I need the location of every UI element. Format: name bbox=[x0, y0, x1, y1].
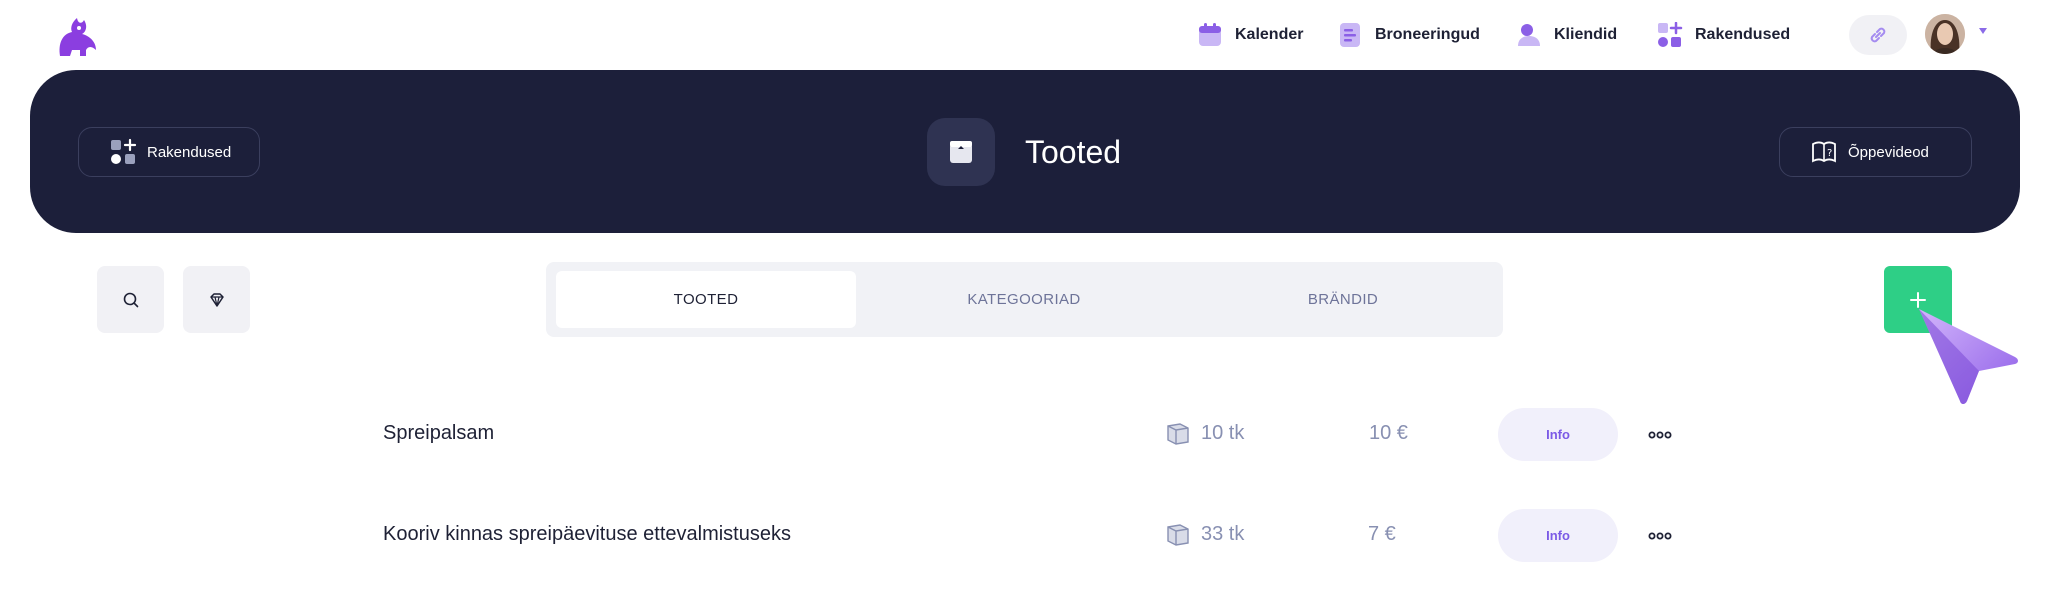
bookings-icon bbox=[1340, 23, 1360, 47]
nav-label: Kalender bbox=[1235, 26, 1304, 43]
product-box-icon bbox=[927, 118, 995, 186]
avatar-photo-icon bbox=[1925, 14, 1965, 54]
product-stock: 33 tk bbox=[1201, 523, 1245, 545]
tutorial-videos-button[interactable]: ? Õppevideod bbox=[1779, 127, 1972, 177]
info-button[interactable]: Info bbox=[1498, 408, 1618, 461]
page-header: Rakendused Tooted ? Õppevideod bbox=[30, 70, 2020, 233]
product-price: 10 € bbox=[1369, 422, 1408, 444]
apps-icon bbox=[111, 138, 137, 164]
nav-label: Kliendid bbox=[1554, 26, 1618, 43]
info-button[interactable]: Info bbox=[1498, 509, 1618, 562]
copy-link-button[interactable] bbox=[1849, 15, 1907, 55]
apps-icon bbox=[1658, 22, 1683, 47]
nav-label: Broneeringud bbox=[1375, 26, 1480, 43]
tab-tooted[interactable]: TOOTED bbox=[556, 271, 856, 328]
nav-broneeringud[interactable]: Broneeringud bbox=[1337, 20, 1480, 50]
search-icon bbox=[123, 292, 138, 307]
more-dots-icon bbox=[1648, 431, 1672, 439]
page-title-group: Tooted bbox=[927, 118, 1121, 186]
product-name: Spreipalsam bbox=[383, 422, 495, 444]
tab-kategooriad[interactable]: KATEGOORIAD bbox=[874, 271, 1174, 328]
nav-label: Rakendused bbox=[1695, 26, 1791, 43]
product-price: 7 € bbox=[1368, 523, 1396, 545]
book-question-icon: ? bbox=[1812, 141, 1836, 163]
more-dots-icon bbox=[1648, 532, 1672, 540]
link-icon bbox=[1870, 27, 1886, 43]
caret-down-icon[interactable] bbox=[1976, 24, 1990, 38]
search-button[interactable] bbox=[97, 266, 164, 333]
brand-logo-icon[interactable] bbox=[52, 10, 102, 60]
gem-filter-icon bbox=[209, 292, 224, 307]
apps-button-label: Rakendused bbox=[147, 143, 232, 161]
clients-icon bbox=[1518, 24, 1540, 46]
tab-bar: TOOTED KATEGOORIAD BRÄNDID bbox=[546, 262, 1503, 337]
more-options-button[interactable] bbox=[1645, 422, 1675, 448]
stock-box-icon bbox=[1167, 524, 1189, 546]
product-name: Kooriv kinnas spreipäevituse ettevalmist… bbox=[383, 523, 791, 545]
nav-rakendused[interactable]: Rakendused bbox=[1657, 20, 1790, 50]
apps-button[interactable]: Rakendused bbox=[78, 127, 261, 177]
table-row[interactable]: Kooriv kinnas spreipäevituse ettevalmist… bbox=[383, 509, 1683, 563]
filter-button[interactable] bbox=[183, 266, 250, 333]
product-stock: 10 tk bbox=[1201, 422, 1245, 444]
top-navigation: Kalender Broneeringud Kliendid Rakenduse… bbox=[0, 0, 2048, 70]
tab-brandid[interactable]: BRÄNDID bbox=[1193, 271, 1493, 328]
calendar-icon bbox=[1199, 23, 1221, 46]
user-avatar[interactable] bbox=[1925, 14, 1965, 54]
nav-kalender[interactable]: Kalender bbox=[1197, 20, 1303, 50]
pointer-cursor-icon bbox=[1919, 309, 2018, 404]
table-row[interactable]: Spreipalsam 10 tk 10 € Info bbox=[383, 408, 1683, 462]
more-options-button[interactable] bbox=[1645, 523, 1675, 549]
nav-kliendid[interactable]: Kliendid bbox=[1516, 20, 1617, 50]
tutorial-videos-label: Õppevideod bbox=[1848, 143, 1929, 161]
page-title: Tooted bbox=[1025, 133, 1122, 170]
svg-text:?: ? bbox=[1827, 148, 1832, 159]
stock-box-icon bbox=[1167, 423, 1189, 445]
